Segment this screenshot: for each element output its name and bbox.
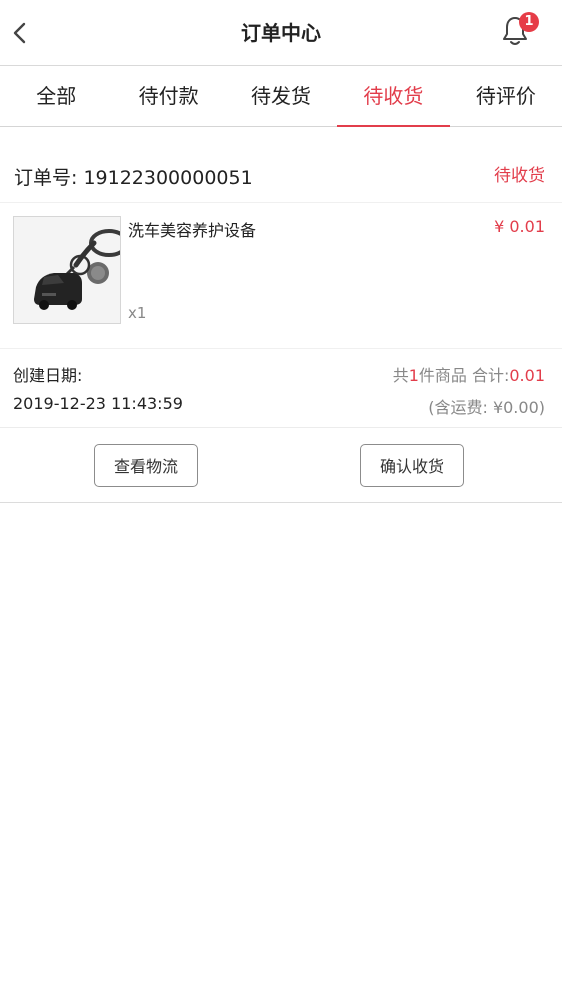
product-quantity: x1 <box>128 304 147 322</box>
view-logistics-button[interactable]: 查看物流 <box>94 444 198 487</box>
empty-content-area <box>0 503 562 996</box>
order-tabs: 全部 待付款 待发货 待收货 待评价 <box>0 66 562 127</box>
summary-count: 1 <box>408 366 419 385</box>
car-keychain-image <box>14 217 120 323</box>
tab-pending-shipment[interactable]: 待发货 <box>225 66 337 126</box>
order-header: 订单号: 19122300000051 待收货 <box>0 127 562 203</box>
tab-pending-review[interactable]: 待评价 <box>450 66 562 126</box>
order-number: 订单号: 19122300000051 <box>14 167 253 189</box>
summary-middle: 件商品 合计: <box>418 366 510 385</box>
tab-pending-receipt[interactable]: 待收货 <box>337 66 451 127</box>
shipping-fee: (含运费: ¥0.00) <box>428 398 545 417</box>
order-status: 待收货 <box>494 166 545 186</box>
create-date-value: 2019-12-23 11:43:59 <box>13 394 183 413</box>
product-price: ¥ 0.01 <box>494 217 545 236</box>
summary-prefix: 共 <box>392 366 409 385</box>
tab-all[interactable]: 全部 <box>0 66 112 126</box>
product-name: 洗车美容养护设备 <box>128 221 257 240</box>
product-row[interactable]: 洗车美容养护设备 ¥ 0.01 x1 <box>0 203 562 349</box>
confirm-receipt-button[interactable]: 确认收货 <box>360 444 464 487</box>
order-card: 订单号: 19122300000051 待收货 洗车美容养护设备 ¥ 0.01 … <box>0 127 562 503</box>
order-summary: 共1件商品 合计:0.01 <box>393 362 545 386</box>
create-date-label: 创建日期: <box>13 366 83 385</box>
notification-badge: 1 <box>519 12 539 32</box>
page-title: 订单中心 <box>241 21 321 45</box>
summary-total: 0.01 <box>509 366 545 385</box>
tab-pending-payment[interactable]: 待付款 <box>112 66 224 126</box>
product-image[interactable] <box>13 216 121 324</box>
order-actions: 查看物流 确认收货 <box>0 428 562 503</box>
order-meta: 创建日期: 2019-12-23 11:43:59 共1件商品 合计:0.01 … <box>0 349 562 428</box>
top-nav-bar: 订单中心 1 <box>0 0 562 66</box>
notification-button[interactable]: 1 <box>500 12 540 50</box>
